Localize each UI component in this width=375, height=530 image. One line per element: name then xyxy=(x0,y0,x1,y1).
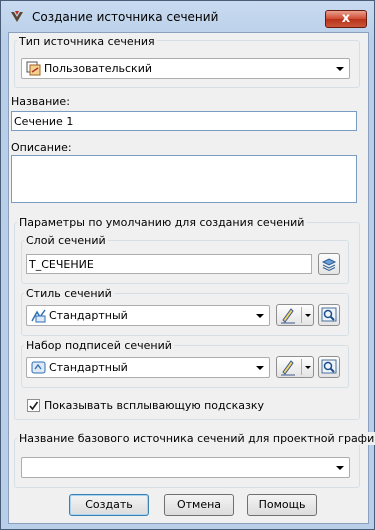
edit-pen-icon xyxy=(281,360,295,376)
edit-pen-icon xyxy=(281,308,295,324)
tooltip-checkbox[interactable] xyxy=(27,399,40,412)
label-set-select[interactable]: Стандартный xyxy=(26,357,270,378)
base-source-select[interactable] xyxy=(21,457,350,478)
label-set-icon xyxy=(31,360,46,375)
custom-source-icon xyxy=(26,61,41,76)
chevron-down-icon xyxy=(256,314,264,318)
magnifier-icon xyxy=(321,307,337,322)
close-icon: x xyxy=(341,11,351,26)
magnifier-icon xyxy=(321,359,337,374)
layer-field[interactable] xyxy=(26,254,312,274)
chevron-down-icon xyxy=(256,366,264,370)
style-value: Стандартный xyxy=(49,309,128,322)
name-field[interactable] xyxy=(11,111,357,131)
label-set-value: Стандартный xyxy=(49,361,128,374)
layer-select-button[interactable] xyxy=(318,253,340,275)
description-field[interactable] xyxy=(11,155,357,203)
checkmark-icon xyxy=(29,401,39,411)
window-title: Создание источника сечений xyxy=(32,10,219,24)
style-browse-button[interactable] xyxy=(318,304,340,326)
label-set-label: Набор подписей сечений xyxy=(24,339,174,352)
app-icon xyxy=(9,9,25,25)
dialog-body: Тип источника сечения Пользовательский Н… xyxy=(8,32,375,524)
style-label: Стиль сечений xyxy=(24,287,114,300)
cancel-button[interactable]: Отмена xyxy=(164,494,234,516)
split-divider xyxy=(301,359,302,375)
section-style-icon xyxy=(31,308,46,323)
close-button[interactable]: x xyxy=(325,10,367,28)
description-label: Описание: xyxy=(11,141,72,154)
chevron-down-icon xyxy=(336,466,344,470)
help-button[interactable]: Помощь xyxy=(247,494,317,516)
defaults-label: Параметры по умолчанию для создания сече… xyxy=(17,216,307,229)
dialog-window: Создание источника сечений x Тип источни… xyxy=(0,0,375,530)
style-edit-button[interactable] xyxy=(276,304,314,326)
source-type-label: Тип источника сечения xyxy=(17,35,157,48)
source-type-select[interactable]: Пользовательский xyxy=(21,58,350,79)
layer-label: Слой сечений xyxy=(24,234,108,247)
layers-icon xyxy=(321,258,337,272)
style-select[interactable]: Стандартный xyxy=(26,305,270,326)
name-label: Название: xyxy=(11,95,70,108)
base-source-label: Название базового источника сечений для … xyxy=(17,432,375,445)
title-bar[interactable]: Создание источника сечений x xyxy=(1,1,374,31)
source-type-value: Пользовательский xyxy=(44,62,152,75)
label-set-browse-button[interactable] xyxy=(318,356,340,378)
chevron-down-icon xyxy=(305,314,311,317)
split-divider xyxy=(301,307,302,323)
tooltip-label[interactable]: Показывать всплывающую подсказку xyxy=(44,399,264,412)
chevron-down-icon xyxy=(336,67,344,71)
create-button[interactable]: Создать xyxy=(69,494,149,516)
label-set-edit-button[interactable] xyxy=(276,356,314,378)
chevron-down-icon xyxy=(305,366,311,369)
